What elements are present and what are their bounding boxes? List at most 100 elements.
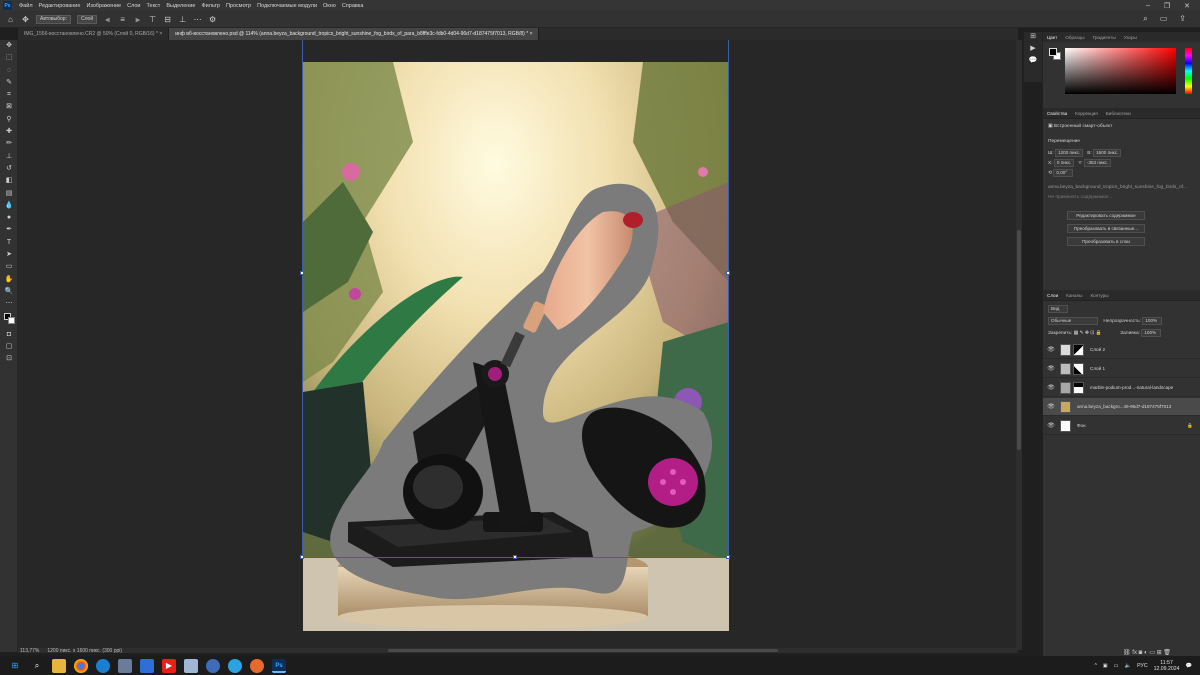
menu-text[interactable]: Текст	[143, 3, 163, 9]
notepad-icon[interactable]	[184, 658, 198, 673]
stamp-tool-icon[interactable]: ⊥	[0, 151, 18, 163]
vertical-scrollbar[interactable]	[1016, 40, 1022, 650]
history-brush-icon[interactable]: ↺	[0, 163, 18, 175]
comments-icon[interactable]: 💬	[1024, 56, 1042, 68]
layer-row[interactable]: 👁 Фон 🔒	[1043, 417, 1200, 435]
eraser-tool-icon[interactable]: ◧	[0, 175, 18, 187]
distribute-icon[interactable]: ⋯	[193, 15, 202, 24]
eyedropper-icon[interactable]: ⚲	[0, 114, 18, 126]
menu-plugins[interactable]: Подключаемые модули	[254, 3, 320, 9]
settings-icon[interactable]: ⚙	[208, 15, 217, 24]
menu-layers[interactable]: Слои	[124, 3, 143, 9]
autoselect-checkbox[interactable]: Автовыбор:	[36, 14, 71, 24]
opacity-field[interactable]: 100%	[1142, 317, 1163, 325]
y-field[interactable]: -353 пикс.	[1083, 159, 1112, 167]
brush-tool-icon[interactable]: ✏	[0, 138, 18, 150]
color-swatches-icon[interactable]	[0, 311, 18, 329]
tab-img1556[interactable]: IMG_1556-восстановлено.CR2 @ 50% (Слой 0…	[18, 28, 170, 40]
notifications-icon[interactable]: 💬	[1186, 663, 1192, 669]
tab-paths[interactable]: Контуры	[1090, 293, 1108, 298]
windows-start-icon[interactable]: ⊞	[8, 659, 22, 673]
quick-mask-icon[interactable]: ◘	[0, 329, 18, 341]
transform-handle[interactable]	[726, 555, 730, 559]
more-tools-icon[interactable]: ⋯	[0, 298, 18, 310]
align-center-icon[interactable]: ≡	[118, 15, 127, 24]
speaker-icon[interactable]: 🔈	[1125, 663, 1131, 669]
visibility-eye-icon[interactable]: 👁	[1047, 346, 1055, 353]
frame-tool-icon[interactable]: ⊠	[0, 101, 18, 113]
hand-tool-icon[interactable]: ✋	[0, 274, 18, 286]
marquee-tool-icon[interactable]: ⬚	[0, 52, 18, 64]
search-icon[interactable]: ⌕	[30, 659, 44, 673]
photoshop-taskbar-icon[interactable]: Ps	[272, 658, 286, 673]
blur-tool-icon[interactable]: 💧	[0, 200, 18, 212]
tab-patterns[interactable]: Узоры	[1124, 35, 1137, 40]
autoselect-dropdown[interactable]: Слой	[76, 14, 98, 24]
chevron-up-icon[interactable]: ^	[1094, 663, 1096, 669]
layer-row-selected[interactable]: 👁 anna.beyza_backgro...49-96d7-d187475f7…	[1043, 398, 1200, 416]
transform-handle[interactable]	[300, 555, 304, 559]
language-indicator[interactable]: РУС	[1137, 663, 1147, 669]
visibility-eye-icon[interactable]: 👁	[1047, 365, 1055, 372]
comp-placeholder[interactable]: Не применять содержимое...	[1048, 195, 1112, 200]
x-field[interactable]: 0 пикс.	[1053, 159, 1075, 167]
gradient-tool-icon[interactable]: ▤	[0, 188, 18, 200]
tab-adjustments[interactable]: Коррекция	[1075, 111, 1098, 116]
transform-handle[interactable]	[513, 555, 517, 559]
share-icon[interactable]: ⇪	[1179, 14, 1186, 24]
healing-brush-icon[interactable]: ✚	[0, 126, 18, 138]
convert-linked-button[interactable]: Преобразовать в связанные...	[1067, 224, 1145, 233]
transform-handle[interactable]	[726, 271, 730, 275]
tab-libraries[interactable]: Библиотеки	[1106, 111, 1131, 116]
tab-properties[interactable]: Свойства	[1047, 111, 1067, 116]
screen-mode-icon[interactable]: ▢	[0, 341, 18, 353]
chrome-icon[interactable]	[74, 658, 88, 673]
quick-select-icon[interactable]: ✎	[0, 77, 18, 89]
color-picker-field[interactable]	[1065, 48, 1176, 94]
tab-close-icon[interactable]: ×	[530, 31, 533, 37]
layer-row[interactable]: 👁 marble-podium-prod...-natural-landscap…	[1043, 379, 1200, 397]
youtube-icon[interactable]: ▶	[162, 658, 176, 673]
telegram-icon[interactable]	[228, 658, 242, 673]
angle-field[interactable]: 0,00°	[1053, 169, 1074, 177]
convert-layers-button[interactable]: Преобразовать в слои	[1067, 237, 1145, 246]
tab-layers[interactable]: Слои	[1047, 293, 1058, 298]
crop-tool-icon[interactable]: ⌗	[0, 89, 18, 101]
document-canvas[interactable]	[303, 62, 729, 631]
firefox-icon[interactable]	[250, 658, 264, 673]
menu-edit[interactable]: Редактирование	[36, 3, 84, 9]
align-top-icon[interactable]: ⊤	[148, 15, 157, 24]
artboard-icon[interactable]: ⊡	[0, 353, 18, 365]
transform-handle[interactable]	[300, 271, 304, 275]
workspace-icon[interactable]: ▭	[1160, 14, 1168, 24]
menu-window[interactable]: Окно	[320, 3, 339, 9]
network-icon[interactable]: ▭	[1114, 663, 1119, 669]
shape-tool-icon[interactable]: ▭	[0, 261, 18, 273]
tab-inf-vb[interactable]: инф вб-восстановлено.psd @ 114% (anna.be…	[169, 28, 540, 40]
close-icon[interactable]: ✕	[1184, 2, 1190, 10]
edge-icon[interactable]	[96, 658, 110, 673]
store-icon[interactable]	[140, 658, 154, 673]
hue-slider[interactable]	[1185, 48, 1192, 94]
tab-close-icon[interactable]: ×	[159, 31, 162, 37]
menu-select[interactable]: Выделение	[163, 3, 198, 9]
history-icon[interactable]: ⊞	[1024, 32, 1042, 44]
tray-app-icon[interactable]: ▣	[1103, 663, 1108, 669]
path-select-icon[interactable]: ➤	[0, 249, 18, 261]
tab-color[interactable]: Цвет	[1047, 35, 1057, 40]
blend-mode-dropdown[interactable]: Обычные	[1048, 317, 1098, 325]
layer-mask-thumbnail[interactable]	[1073, 362, 1084, 375]
layer-row[interactable]: 👁 Слой 2	[1043, 341, 1200, 359]
move-tool-icon[interactable]: ✥	[21, 15, 30, 24]
layer-mask-thumbnail[interactable]	[1073, 381, 1084, 394]
layer-row[interactable]: 👁 Слой 1	[1043, 360, 1200, 378]
menu-view[interactable]: Просмотр	[223, 3, 254, 9]
tab-swatches[interactable]: Образцы	[1065, 35, 1084, 40]
visibility-eye-icon[interactable]: 👁	[1047, 403, 1055, 410]
align-bottom-icon[interactable]: ⊥	[178, 15, 187, 24]
move-tool-icon[interactable]: ✥	[0, 40, 18, 52]
layer-mask-thumbnail[interactable]	[1073, 343, 1084, 356]
visibility-eye-icon[interactable]: 👁	[1047, 422, 1055, 429]
tab-gradients[interactable]: Градиенты	[1093, 35, 1116, 40]
actions-icon[interactable]: ▶	[1024, 44, 1042, 56]
